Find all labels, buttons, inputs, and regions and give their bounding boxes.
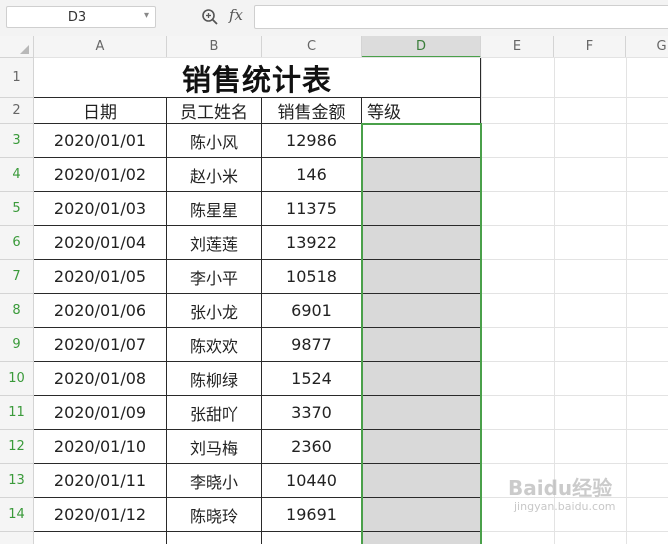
cell-date[interactable]: 2020/01/02 [34,158,167,192]
cell-name[interactable]: 陈晓玲 [167,498,262,532]
cell-grade[interactable] [362,464,481,498]
cell-amount[interactable]: 11375 [262,192,362,226]
formula-input[interactable] [254,5,668,29]
column-header-c[interactable]: C [262,36,362,58]
cell-date[interactable]: 2020/01/09 [34,396,167,430]
cell-grade[interactable] [362,192,481,226]
row-header-7[interactable]: 7 [0,260,34,294]
cell-amount[interactable]: 13922 [262,226,362,260]
cell-grade[interactable] [362,260,481,294]
cell-name[interactable]: 刘马梅 [167,430,262,464]
cell-partial[interactable] [167,532,262,544]
spreadsheet-grid[interactable]: ABCDEFG 1 2 3 4 5 6 7 8 9 10 11 12 13 14 销售统计表 日期 员工姓… [0,36,668,544]
cell-name[interactable]: 陈小风 [167,124,262,158]
name-box-value: D3 [67,10,87,25]
row-header-1[interactable]: 1 [0,58,34,98]
row-header-2[interactable]: 2 [0,98,34,124]
cell-partial[interactable] [262,532,362,544]
cell-amount[interactable]: 10518 [262,260,362,294]
row-header-9[interactable]: 9 [0,328,34,362]
cell-date[interactable]: 2020/01/05 [34,260,167,294]
cell-date[interactable]: 2020/01/08 [34,362,167,396]
column-header-a[interactable]: A [34,36,167,58]
row-header-6[interactable]: 6 [0,226,34,260]
cell-name[interactable]: 张小龙 [167,294,262,328]
row-header-14[interactable]: 14 [0,498,34,532]
column-header-e[interactable]: E [481,36,554,58]
cell-name[interactable]: 陈柳绿 [167,362,262,396]
cell-amount[interactable]: 10440 [262,464,362,498]
cell-grade[interactable] [362,328,481,362]
cell-name[interactable]: 李晓小 [167,464,262,498]
cell-date[interactable]: 2020/01/03 [34,192,167,226]
gridline-vertical [481,58,482,544]
cell-name[interactable]: 李小平 [167,260,262,294]
cell-grade[interactable] [362,158,481,192]
header-name[interactable]: 员工姓名 [167,98,262,124]
active-cell[interactable] [363,125,480,157]
row-header-partial[interactable] [0,532,34,544]
header-amount[interactable]: 销售金额 [262,98,362,124]
cell-date[interactable]: 2020/01/10 [34,430,167,464]
cell-name[interactable]: 刘莲莲 [167,226,262,260]
cell-name[interactable]: 张甜吖 [167,396,262,430]
cell-grade[interactable] [362,430,481,464]
baidu-watermark: Baidu经验 jingyan.baidu.com [508,472,638,516]
cell-date[interactable]: 2020/01/12 [34,498,167,532]
cell-grade[interactable] [362,498,481,532]
row-header-4[interactable]: 4 [0,158,34,192]
header-date[interactable]: 日期 [34,98,167,124]
row-header-8[interactable]: 8 [0,294,34,328]
cell-name[interactable]: 陈欢欢 [167,328,262,362]
cell-amount[interactable]: 9877 [262,328,362,362]
cell-partial[interactable] [34,532,167,544]
cell-amount[interactable]: 2360 [262,430,362,464]
column-header-d[interactable]: D [362,36,481,58]
column-header-g[interactable]: G [626,36,668,58]
title-cell[interactable]: 销售统计表 [34,58,481,98]
cell-amount[interactable]: 6901 [262,294,362,328]
row-header-3[interactable]: 3 [0,124,34,158]
cell-date[interactable]: 2020/01/07 [34,328,167,362]
cell-grade[interactable] [362,294,481,328]
cell-grade[interactable] [362,396,481,430]
cell-grade[interactable] [362,362,481,396]
cell-date[interactable]: 2020/01/01 [34,124,167,158]
cell-partial[interactable] [362,532,481,544]
cell-amount[interactable]: 146 [262,158,362,192]
row-header-13[interactable]: 13 [0,464,34,498]
formula-bar: D3 ▾ fx [0,0,668,37]
fx-icon[interactable]: fx [229,6,243,24]
cell-name[interactable]: 陈星星 [167,192,262,226]
row-header-12[interactable]: 12 [0,430,34,464]
cell-date[interactable]: 2020/01/11 [34,464,167,498]
column-header-b[interactable]: B [167,36,262,58]
header-grade[interactable]: 等级 [362,98,481,124]
cell-grade[interactable] [362,226,481,260]
cell-amount[interactable]: 19691 [262,498,362,532]
chevron-down-icon[interactable]: ▾ [144,10,149,21]
cell-amount[interactable]: 3370 [262,396,362,430]
row-header-11[interactable]: 11 [0,396,34,430]
column-header-f[interactable]: F [554,36,626,58]
cell-date[interactable]: 2020/01/04 [34,226,167,260]
row-header-10[interactable]: 10 [0,362,34,396]
watermark-brand: Baidu经验 [508,476,613,500]
cell-name[interactable]: 赵小米 [167,158,262,192]
name-box[interactable]: D3 ▾ [6,6,156,28]
row-header-5[interactable]: 5 [0,192,34,226]
select-all-corner[interactable] [0,36,34,58]
cell-amount[interactable]: 12986 [262,124,362,158]
cell-date[interactable]: 2020/01/06 [34,294,167,328]
watermark-url: jingyan.baidu.com [514,500,616,513]
cell-amount[interactable]: 1524 [262,362,362,396]
zoom-icon[interactable] [201,8,219,26]
